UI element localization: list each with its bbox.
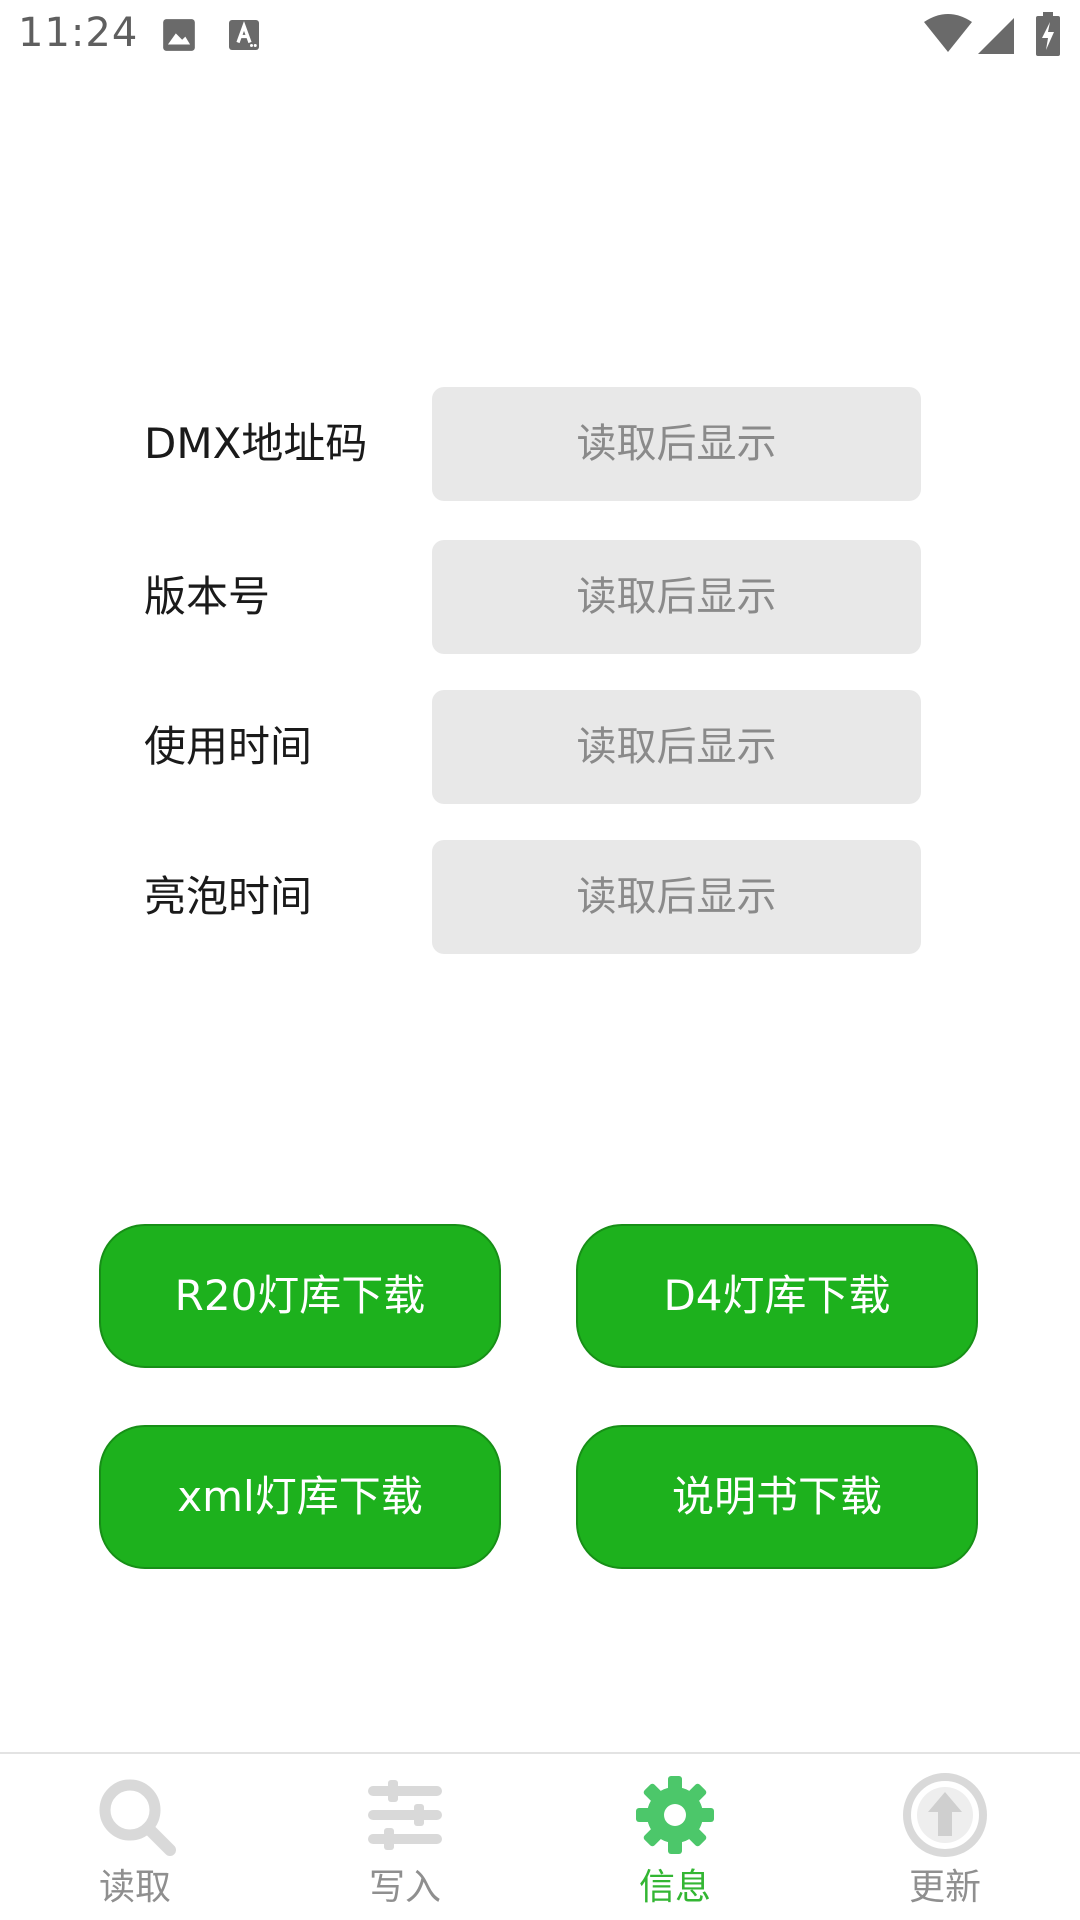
nav-item-read[interactable]: 读取 (0, 1754, 270, 1920)
wifi-icon (924, 14, 972, 58)
search-icon (90, 1770, 180, 1860)
nav-label-write: 写入 (368, 1867, 441, 1908)
nav-item-write[interactable]: 写入 (270, 1754, 540, 1920)
battery-charging-icon (1036, 12, 1060, 60)
version-label: 版本号 (144, 572, 271, 621)
sliders-icon (360, 1770, 450, 1860)
bottom-nav: 读取 写入 信息 更新 (0, 1752, 1080, 1920)
nav-item-update[interactable]: 更新 (810, 1754, 1080, 1920)
status-bar: 11:24 (0, 0, 1080, 75)
status-time: 11:24 (18, 10, 139, 56)
usage-time-label: 使用时间 (144, 722, 313, 771)
gear-icon (630, 1770, 720, 1860)
d4-library-download-button[interactable]: D4灯库下载 (576, 1224, 978, 1368)
nav-label-read: 读取 (98, 1867, 171, 1908)
upload-icon (900, 1770, 990, 1860)
nav-label-update: 更新 (908, 1867, 981, 1908)
image-icon (160, 16, 198, 58)
bulb-time-field: 读取后显示 (432, 840, 921, 954)
nav-label-info: 信息 (638, 1867, 711, 1908)
r20-library-download-button[interactable]: R20灯库下载 (99, 1224, 501, 1368)
dmx-address-field: 读取后显示 (432, 387, 921, 501)
cell-signal-icon (978, 18, 1014, 58)
version-field: 读取后显示 (432, 540, 921, 654)
xml-library-download-button[interactable]: xml灯库下载 (99, 1425, 501, 1569)
manual-download-button[interactable]: 说明书下载 (576, 1425, 978, 1569)
usage-time-field: 读取后显示 (432, 690, 921, 804)
dmx-address-label: DMX地址码 (144, 419, 368, 468)
nav-item-info[interactable]: 信息 (540, 1754, 810, 1920)
bulb-time-label: 亮泡时间 (144, 872, 313, 921)
text-a-icon (226, 16, 262, 58)
